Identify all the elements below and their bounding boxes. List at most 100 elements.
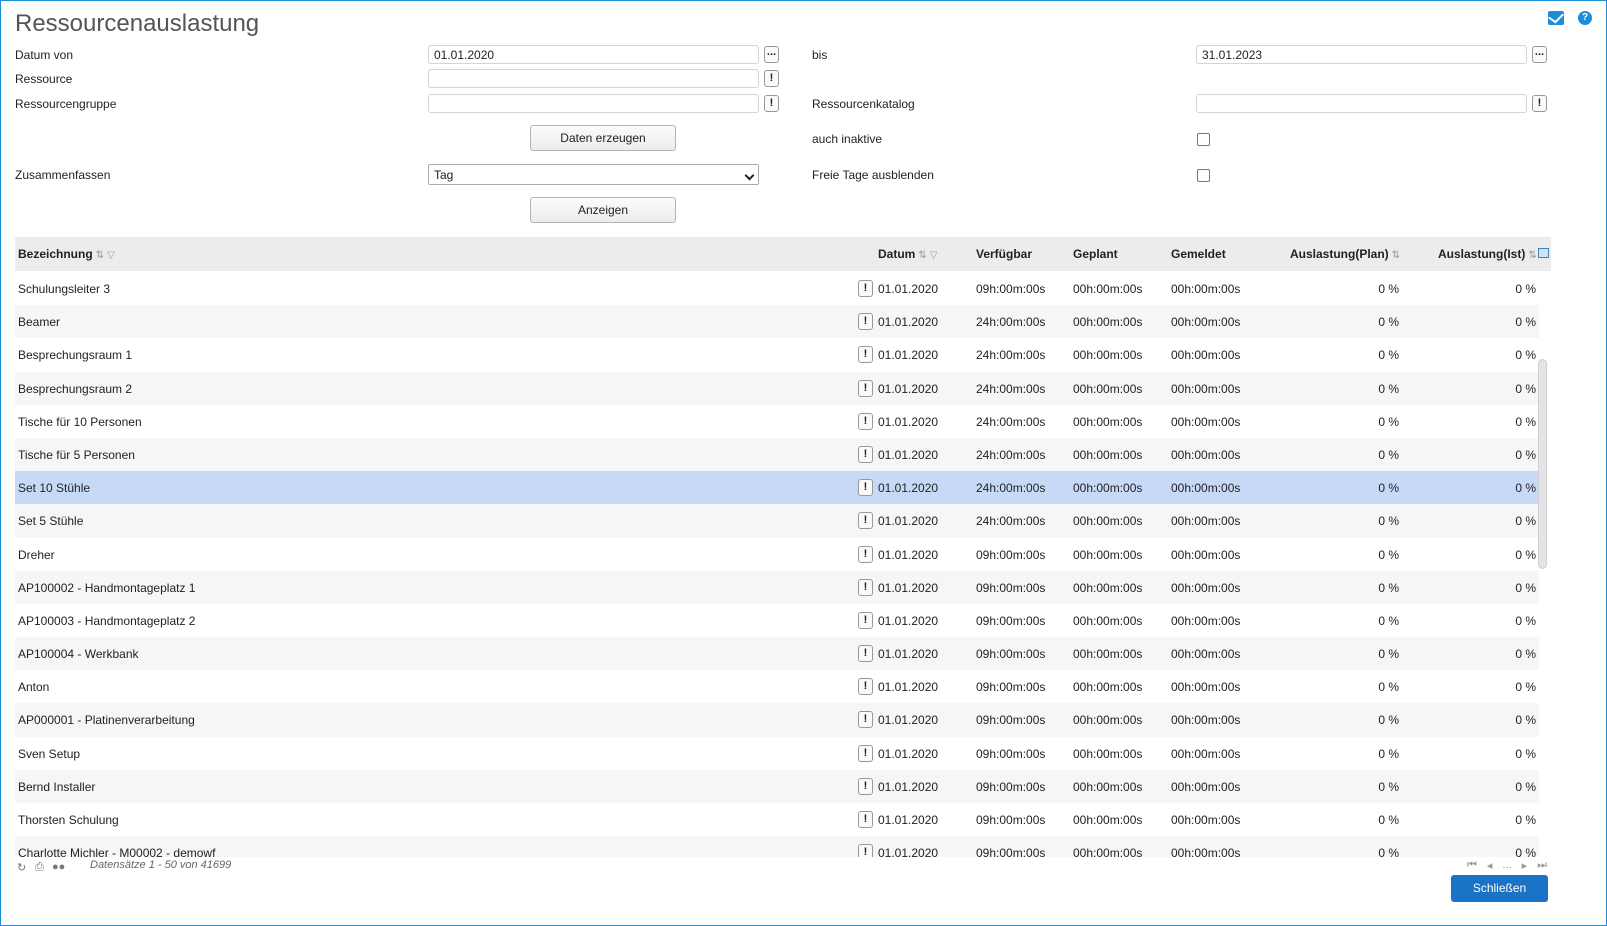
column-chooser-icon[interactable] — [1538, 248, 1549, 258]
row-detail-button[interactable]: ! — [858, 280, 873, 297]
table-row[interactable]: ! Dreher 01.01.2020 09h:00m:00s 00h:00m:00s 0… — [15, 538, 1539, 571]
help-icon[interactable]: ? — [1578, 11, 1592, 25]
table-row[interactable]: ! Tische für 5 Personen 01.01.2020 24h:00m:… — [15, 437, 1539, 472]
table-row[interactable]: ! Thorsten Schulung 01.01.2020 09h:00m:00s 0… — [15, 803, 1539, 836]
row-detail-button[interactable]: ! — [858, 811, 873, 828]
cell-datum: 01.01.2020 — [878, 282, 939, 296]
table-row[interactable]: ! AP000001 - Platinenverarbeitung 01.01.20… — [15, 703, 1539, 737]
header-verfuegbar[interactable]: Verfügbar — [976, 247, 1032, 261]
table-row[interactable]: ! Beamer 01.01.2020 24h:00m:00s 00h:00m:00s 0… — [15, 305, 1539, 339]
last-page-icon[interactable]: ⏭ — [1537, 859, 1547, 872]
table-row[interactable]: ! AP100003 - Handmontageplatz 2 01.01.2020… — [15, 604, 1539, 637]
row-detail-button[interactable]: ! — [858, 379, 873, 397]
settings-icon[interactable]: ●● — [52, 861, 65, 873]
row-detail-button[interactable]: ! — [858, 479, 873, 497]
table-row[interactable]: ! AP100002 - Handmontageplatz 1 01.01.2020… — [15, 570, 1539, 604]
row-detail-button[interactable]: ! — [858, 777, 873, 795]
row-detail-button[interactable]: ! — [858, 512, 873, 530]
cell-auslastung-plan: 0 % — [1378, 680, 1399, 695]
filter-icon[interactable]: ▽ — [107, 250, 115, 261]
header-auslastung-plan[interactable]: Auslastung(Plan) ⇅ — [1290, 247, 1400, 261]
ressourcengruppe-input[interactable] — [428, 94, 759, 113]
anzeigen-button[interactable]: Anzeigen — [530, 197, 676, 223]
header-gemeldet[interactable]: Gemeldet — [1171, 247, 1226, 261]
cell-gemeldet: 00h:00m:00s — [1171, 846, 1241, 857]
grid-scrollbar[interactable] — [1538, 359, 1547, 569]
header-datum-label: Datum — [878, 247, 916, 261]
row-detail-button[interactable]: ! — [858, 744, 873, 762]
row-detail-button[interactable]: ! — [858, 445, 873, 463]
print-icon[interactable]: ⎙ — [35, 861, 44, 874]
datum-von-input[interactable]: 01.01.2020 — [428, 45, 759, 64]
auch-inaktive-label: auch inaktive — [812, 132, 883, 146]
filter-icon[interactable]: ▽ — [930, 250, 938, 261]
cell-geplant: 00h:00m:00s — [1073, 481, 1143, 496]
cell-auslastung-plan: 0 % — [1378, 282, 1399, 296]
zusammenfassen-label: Zusammenfassen — [15, 168, 111, 182]
table-row[interactable]: ! Set 10 Stühle 01.01.2020 24h:00m:00s 00h:0… — [15, 471, 1539, 505]
first-page-icon[interactable]: ⏮ — [1467, 859, 1477, 872]
header-geplant[interactable]: Geplant — [1073, 247, 1118, 261]
cell-auslastung-ist: 0 % — [1515, 381, 1536, 396]
ressource-lookup-button[interactable]: ! — [764, 70, 779, 87]
row-detail-button[interactable]: ! — [858, 844, 873, 857]
ressourcengruppe-lookup-button[interactable]: ! — [764, 95, 779, 112]
sort-icon[interactable]: ⇅ — [1392, 250, 1400, 261]
table-row[interactable]: ! Tische für 10 Personen 01.01.2020 24h:00m… — [15, 405, 1539, 438]
row-detail-button[interactable]: ! — [858, 578, 873, 596]
cell-geplant: 00h:00m:00s — [1073, 580, 1143, 595]
grid-footer: ↻ ⎙ ●● Datensätze 1 - 50 von 41699 ⏮ ◂ .… — [15, 858, 1555, 878]
freie-tage-checkbox[interactable] — [1197, 169, 1210, 182]
bis-input[interactable]: 31.01.2023 — [1196, 45, 1527, 64]
table-row[interactable]: ! Schulungsleiter 3 01.01.2020 09h:00m:00s 0… — [15, 272, 1539, 305]
table-row[interactable]: ! Besprechungsraum 2 01.01.2020 24h:00m:00s… — [15, 371, 1539, 405]
row-detail-button[interactable]: ! — [858, 545, 873, 563]
ressourcenkatalog-input[interactable] — [1196, 94, 1527, 113]
table-row[interactable]: ! Sven Setup 01.01.2020 09h:00m:00s 00h:00m:… — [15, 737, 1539, 770]
sort-icon[interactable]: ⇅ — [1528, 250, 1536, 261]
zusammenfassen-select[interactable]: Tag — [428, 164, 759, 185]
ressource-input[interactable] — [428, 69, 759, 88]
table-row[interactable]: ! Set 5 Stühle 01.01.2020 24h:00m:00s 00h:00… — [15, 504, 1539, 538]
ressourcenkatalog-label: Ressourcenkatalog — [812, 97, 915, 111]
sort-icon[interactable]: ⇅ — [96, 250, 104, 261]
prev-page-icon[interactable]: ◂ — [1487, 859, 1493, 872]
records-count: Datensätze 1 - 50 von 41699 — [90, 859, 232, 871]
table-row[interactable]: ! Anton 01.01.2020 09h:00m:00s 00h:00m:00s 00… — [15, 670, 1539, 703]
next-page-icon[interactable]: ▸ — [1522, 859, 1528, 872]
table-row[interactable]: ! Bernd Installer 01.01.2020 09h:00m:00s 00h… — [15, 769, 1539, 803]
row-detail-button[interactable]: ! — [858, 412, 873, 430]
row-detail-button[interactable]: ! — [858, 346, 873, 364]
cell-gemeldet: 00h:00m:00s — [1171, 813, 1241, 827]
header-auslastung-ist[interactable]: Auslastung(Ist) ⇅ — [1438, 247, 1537, 261]
cell-datum: 01.01.2020 — [878, 647, 939, 662]
header-datum[interactable]: Datum ⇅ ▽ — [878, 247, 937, 261]
daten-erzeugen-button[interactable]: Daten erzeugen — [530, 125, 676, 151]
grid-header: Bezeichnung ⇅ ▽ Datum ⇅ ▽ Verfügbar Geplant … — [15, 237, 1551, 271]
header-bezeichnung[interactable]: Bezeichnung ⇅ ▽ — [18, 247, 115, 261]
sort-icon[interactable]: ⇅ — [918, 250, 926, 261]
pager-dots[interactable]: ... — [1502, 859, 1511, 872]
cell-gemeldet: 00h:00m:00s — [1171, 779, 1241, 794]
cell-auslastung-plan: 0 % — [1378, 813, 1399, 827]
ressourcenkatalog-lookup-button[interactable]: ! — [1532, 95, 1547, 112]
row-detail-button[interactable]: ! — [858, 313, 873, 331]
table-row[interactable]: ! Charlotte Michler - M00002 - demowf 01.0… — [15, 836, 1539, 857]
table-row[interactable]: ! Besprechungsraum 1 01.01.2020 24h:00m:00s… — [15, 338, 1539, 371]
table-row[interactable]: ! AP100004 - Werkbank 01.01.2020 09h:00m:00… — [15, 637, 1539, 671]
cell-gemeldet: 00h:00m:00s — [1171, 680, 1241, 695]
header-auslastung-ist-label: Auslastung(Ist) — [1438, 247, 1526, 261]
datum-von-picker-button[interactable]: ... — [764, 46, 779, 63]
auch-inaktive-checkbox[interactable] — [1197, 133, 1210, 146]
row-detail-button[interactable]: ! — [858, 678, 873, 696]
mail-icon[interactable] — [1548, 11, 1564, 25]
row-detail-button[interactable]: ! — [858, 711, 873, 729]
cell-name: AP100003 - Handmontageplatz 2 — [18, 613, 196, 628]
cell-datum: 01.01.2020 — [878, 613, 939, 628]
row-detail-button[interactable]: ! — [858, 645, 873, 663]
bis-picker-button[interactable]: ... — [1532, 46, 1547, 63]
refresh-icon[interactable]: ↻ — [17, 861, 26, 874]
cell-datum: 01.01.2020 — [878, 447, 939, 462]
close-button[interactable]: Schließen — [1451, 875, 1548, 902]
row-detail-button[interactable]: ! — [858, 611, 873, 629]
